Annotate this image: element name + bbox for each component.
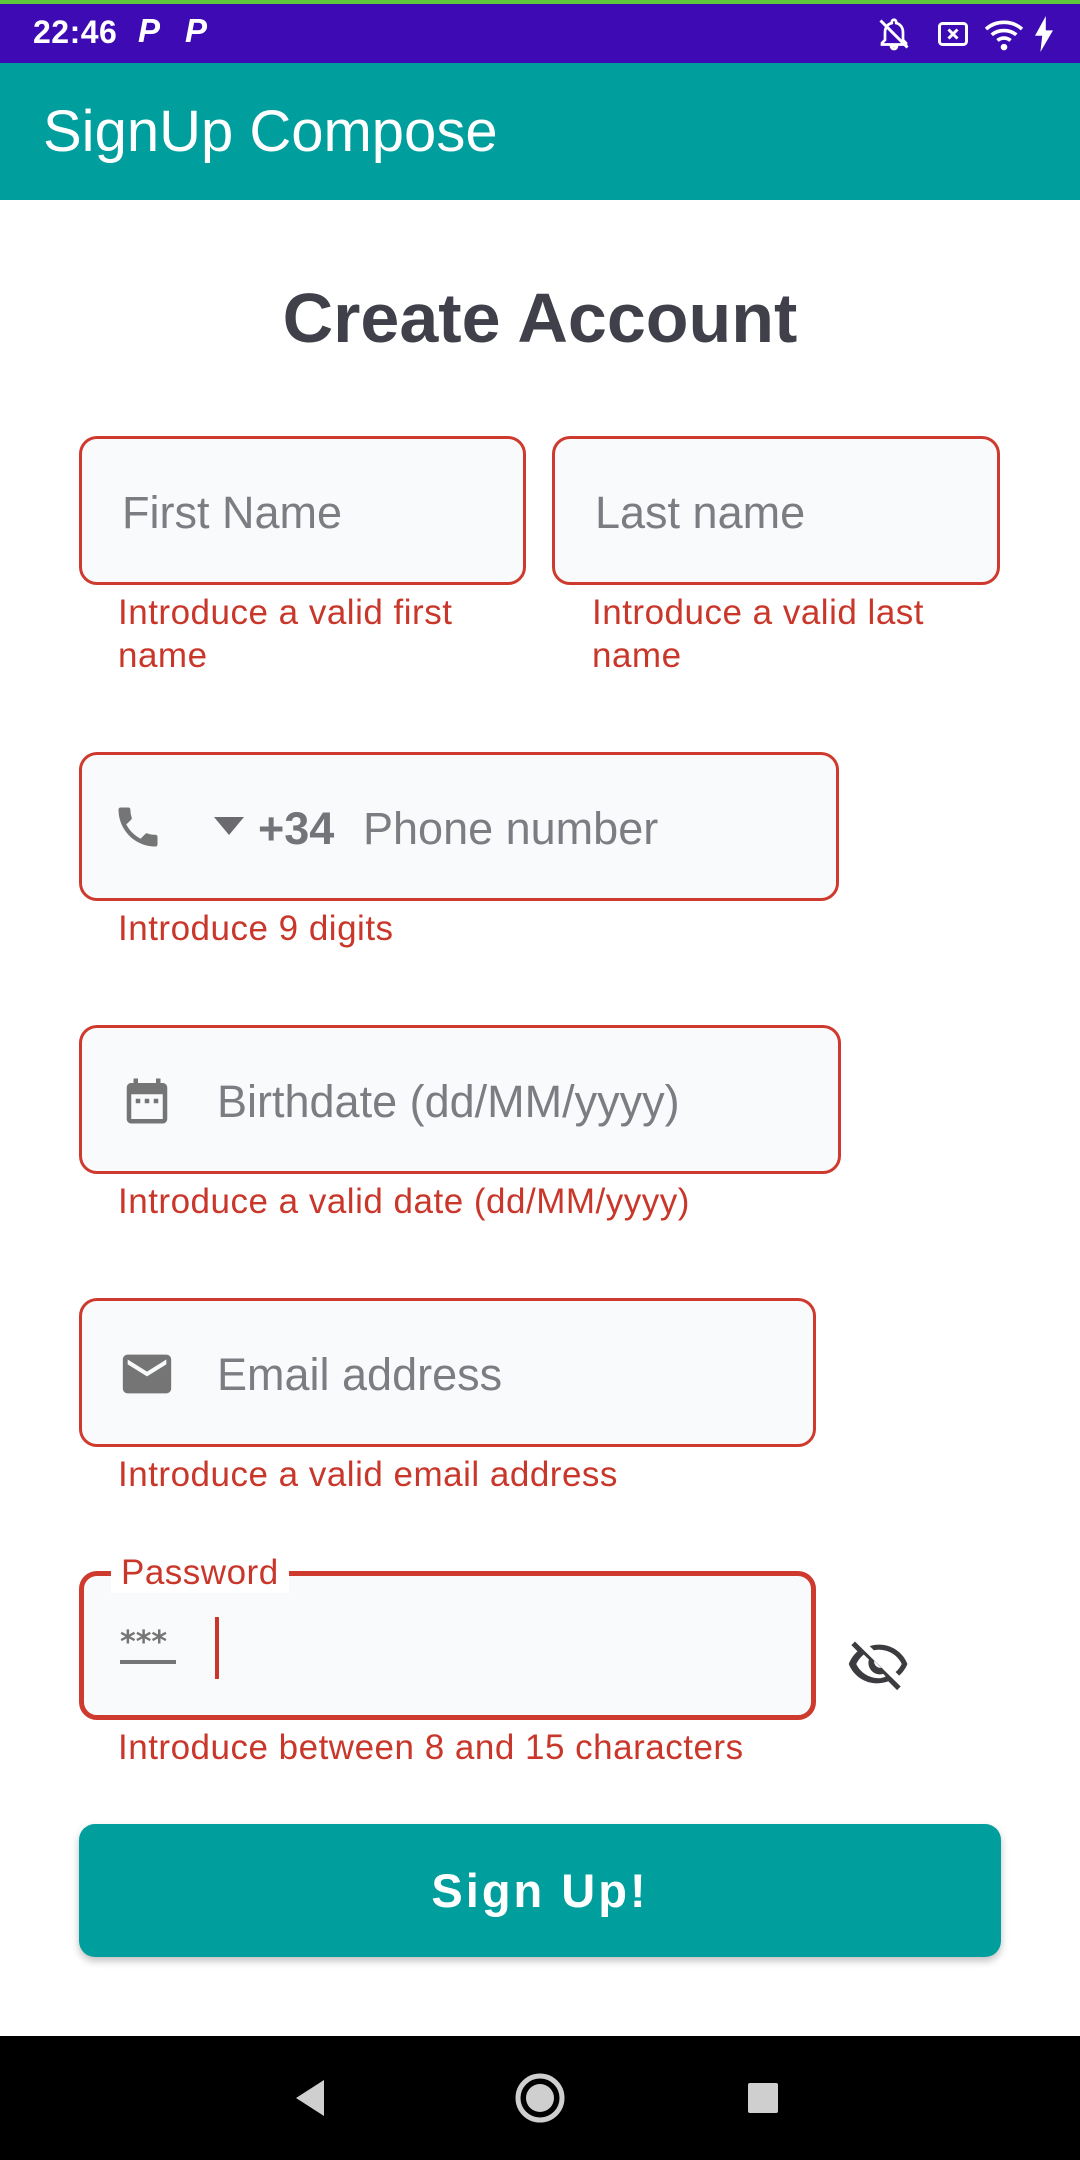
first-name-placeholder: First Name — [122, 487, 343, 538]
last-name-placeholder: Last name — [595, 487, 806, 538]
recents-button[interactable] — [723, 2036, 803, 2160]
mute-icon — [879, 18, 909, 51]
parking-notification-icon: P — [138, 12, 161, 49]
last-name-field[interactable]: Last name — [552, 436, 1000, 585]
birthdate-field[interactable]: Birthdate (dd/MM/yyyy) — [79, 1025, 841, 1174]
navigation-bar — [0, 2036, 1080, 2160]
parking-notification-icon: P — [185, 12, 208, 49]
last-name-error: Introduce a valid last name — [592, 593, 925, 675]
back-icon — [296, 2080, 324, 2116]
page-title: Create Account — [282, 279, 798, 357]
password-label: Password — [111, 1553, 289, 1593]
visibility-off-icon[interactable] — [848, 1633, 910, 1695]
phone-field[interactable]: +34 Phone number — [79, 752, 839, 901]
home-button[interactable] — [500, 2036, 580, 2160]
calendar-icon — [126, 1078, 168, 1124]
password-error: Introduce between 8 and 15 characters — [118, 1728, 744, 1767]
country-code[interactable]: +34 — [258, 803, 334, 855]
status-bar: 22:46 P P — [0, 0, 1080, 63]
email-placeholder: Email address — [217, 1349, 503, 1400]
back-button[interactable] — [270, 2036, 350, 2160]
app-title: SignUp Compose — [43, 99, 498, 164]
phone-placeholder: Phone number — [363, 803, 659, 854]
status-time: 22:46 — [33, 14, 118, 50]
phone-icon — [118, 807, 158, 847]
chevron-down-icon[interactable] — [214, 817, 244, 835]
sim-icon — [938, 22, 968, 46]
first-name-error: Introduce a valid first name — [118, 593, 453, 675]
first-name-field[interactable]: First Name — [79, 436, 526, 585]
email-icon — [122, 1354, 172, 1394]
battery-charging-icon — [1035, 16, 1053, 52]
wifi-icon — [984, 20, 1024, 51]
password-field[interactable]: *** — [79, 1571, 816, 1720]
birthdate-placeholder: Birthdate (dd/MM/yyyy) — [217, 1076, 680, 1127]
password-mask-icon: *** — [120, 1626, 176, 1664]
email-error: Introduce a valid email address — [118, 1455, 618, 1494]
sign-up-button[interactable]: Sign Up! — [79, 1824, 1001, 1957]
email-field[interactable]: Email address — [79, 1298, 816, 1447]
svg-text:***: *** — [120, 1626, 167, 1660]
app-bar: SignUp Compose — [0, 63, 1080, 200]
phone-error: Introduce 9 digits — [118, 909, 394, 948]
text-cursor — [215, 1617, 219, 1679]
home-icon — [515, 2073, 565, 2123]
recents-icon — [748, 2083, 778, 2113]
birthdate-error: Introduce a valid date (dd/MM/yyyy) — [118, 1182, 690, 1221]
